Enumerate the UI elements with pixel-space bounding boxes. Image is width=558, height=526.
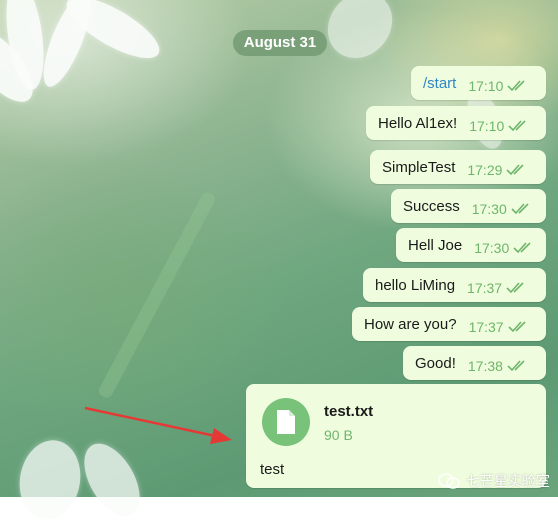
double-check-icon [508, 321, 526, 333]
document-icon [277, 410, 295, 434]
message-bubble[interactable]: Success 17:30 [391, 189, 546, 223]
double-check-icon [513, 242, 531, 254]
message-text: Success [403, 197, 460, 215]
double-check-icon [506, 282, 524, 294]
watermark-text: 七芒星实验室 [466, 473, 550, 489]
date-separator: August 31 [233, 30, 327, 56]
file-name[interactable]: test.txt [324, 403, 373, 420]
double-check-icon [508, 120, 526, 132]
stem-shape [96, 190, 218, 400]
message-time: 17:38 [467, 358, 503, 374]
message-bubble[interactable]: /start 17:10 [411, 66, 546, 100]
double-check-icon [506, 164, 524, 176]
message-time: 17:30 [471, 201, 507, 217]
file-size: 90 B [324, 427, 353, 443]
message-text: Good! [415, 354, 456, 372]
message-bubble[interactable]: How are you? 17:37 [352, 307, 546, 341]
petal-shape [314, 0, 406, 72]
message-time: 17:37 [468, 319, 504, 335]
message-bubble[interactable]: Good! 17:38 [403, 346, 546, 380]
double-check-icon [507, 360, 525, 372]
double-check-icon [507, 80, 525, 92]
watermark: 七芒星实验室 [438, 471, 550, 491]
message-time: 17:29 [467, 162, 503, 178]
message-command-link[interactable]: /start [423, 75, 456, 92]
message-time: 17:10 [468, 78, 504, 94]
message-bubble[interactable]: Hello Al1ex! 17:10 [366, 106, 546, 140]
message-time: 17:10 [469, 118, 505, 134]
message-text: Hello Al1ex! [378, 114, 458, 132]
file-download-button[interactable] [262, 398, 310, 446]
double-check-icon [511, 203, 529, 215]
wechat-icon [438, 473, 460, 489]
file-caption: test [260, 461, 285, 478]
message-bubble[interactable]: Hell Joe 17:30 [396, 228, 546, 262]
message-bubble[interactable]: SimpleTest 17:29 [370, 150, 546, 184]
message-text: Hell Joe [408, 236, 463, 254]
message-time: 17:30 [474, 240, 510, 256]
message-time: 17:37 [467, 280, 503, 296]
petal-shape [13, 435, 87, 525]
message-bubble[interactable]: hello LiMing 17:37 [363, 268, 546, 302]
message-text: SimpleTest [382, 158, 456, 176]
message-text: How are you? [364, 315, 457, 333]
annotation-arrow [84, 406, 232, 444]
message-text: hello LiMing [375, 276, 456, 294]
